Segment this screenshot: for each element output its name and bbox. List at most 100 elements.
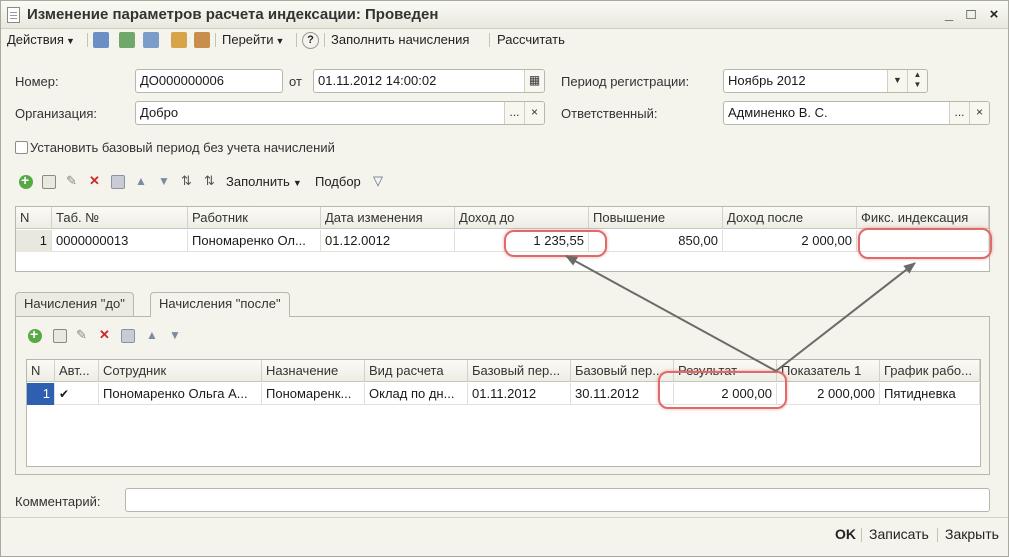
- employee-cell[interactable]: Пономаренко Ол...: [188, 230, 321, 252]
- toolbar-separator: [87, 33, 88, 47]
- close-button[interactable]: Закрыть: [945, 526, 999, 542]
- comment-label: Комментарий:: [15, 494, 101, 509]
- select-button[interactable]: Подбор: [315, 173, 361, 191]
- report-icon[interactable]: [194, 32, 210, 48]
- chevron-down-icon[interactable]: ▼: [887, 70, 907, 92]
- column-header[interactable]: График рабо...: [880, 360, 980, 382]
- column-header[interactable]: Показатель 1: [777, 360, 880, 382]
- accruals-table: N Авт... Сотрудник Назначение Вид расчет…: [26, 359, 981, 467]
- clear-icon[interactable]: ×: [524, 102, 544, 124]
- increase-cell[interactable]: 850,00: [589, 230, 723, 252]
- close-window-button[interactable]: ×: [984, 5, 1004, 25]
- move-up-icon[interactable]: [145, 328, 159, 343]
- document-window: Изменение параметров расчета индексации:…: [0, 0, 1009, 557]
- footer-divider: [1, 517, 1008, 518]
- calendar-icon[interactable]: ▦: [524, 70, 544, 92]
- add-row-icon[interactable]: [28, 326, 42, 343]
- row-number: 1: [16, 230, 52, 252]
- post-document-icon[interactable]: [93, 32, 109, 48]
- filter-icon[interactable]: [372, 173, 386, 189]
- work-schedule-cell[interactable]: Пятидневка: [880, 383, 980, 405]
- tab-accruals-after[interactable]: Начисления "после": [150, 292, 290, 317]
- responsible-field[interactable]: Админенко В. С. ... ×: [723, 101, 990, 125]
- number-field[interactable]: ДО000000006: [135, 69, 283, 93]
- change-date-cell[interactable]: 01.12.0012: [321, 230, 455, 252]
- add-row-icon[interactable]: [19, 172, 33, 189]
- column-header[interactable]: Дата изменения: [321, 207, 455, 229]
- assignment-cell[interactable]: Пономаренк...: [262, 383, 365, 405]
- column-header[interactable]: Работник: [188, 207, 321, 229]
- move-up-icon[interactable]: [134, 174, 148, 189]
- spin-buttons-icon[interactable]: ▲ ▼: [907, 70, 927, 92]
- indicator-cell[interactable]: 2 000,000: [777, 383, 880, 405]
- edit-row-icon[interactable]: [75, 327, 89, 343]
- toolbar-separator: [324, 33, 325, 47]
- end-edit-icon[interactable]: [111, 175, 125, 189]
- goto-label: Перейти: [222, 32, 274, 47]
- highlight-fixed-indexation: [858, 228, 992, 259]
- date-field[interactable]: 01.11.2012 14:00:02 ▦: [313, 69, 545, 93]
- select-ellipsis-button[interactable]: ...: [504, 102, 524, 124]
- end-edit-icon[interactable]: [121, 329, 135, 343]
- fill-label: Заполнить: [226, 174, 290, 189]
- column-header[interactable]: Доход после: [723, 207, 857, 229]
- number-label: Номер:: [15, 74, 59, 89]
- chevron-down-icon: ▼: [275, 36, 285, 46]
- column-header[interactable]: Повышение: [589, 207, 723, 229]
- refresh-icon[interactable]: [119, 32, 135, 48]
- select-ellipsis-button[interactable]: ...: [949, 102, 969, 124]
- column-header[interactable]: N: [16, 207, 52, 229]
- period-field[interactable]: Ноябрь 2012 ▼ ▲ ▼: [723, 69, 928, 93]
- calc-type-cell[interactable]: Оклад по дн...: [365, 383, 468, 405]
- column-header[interactable]: Вид расчета: [365, 360, 468, 382]
- structure-icon[interactable]: [143, 32, 159, 48]
- clear-icon[interactable]: ×: [969, 102, 989, 124]
- tab-number-cell[interactable]: 0000000013: [52, 230, 188, 252]
- calculate-button[interactable]: Рассчитать: [497, 31, 565, 49]
- auto-checkbox[interactable]: ✔: [55, 383, 99, 405]
- income-after-cell[interactable]: 2 000,00: [723, 230, 857, 252]
- move-down-icon[interactable]: [157, 174, 171, 189]
- edit-row-icon[interactable]: [65, 173, 79, 189]
- move-down-icon[interactable]: [168, 328, 182, 343]
- delete-row-icon[interactable]: [98, 327, 112, 343]
- column-header[interactable]: Назначение: [262, 360, 365, 382]
- base-period-checkbox-label: Установить базовый период без учета начи…: [30, 140, 335, 155]
- employee-cell[interactable]: Пономаренко Ольга А...: [99, 383, 262, 405]
- column-header[interactable]: N: [27, 360, 55, 382]
- column-header[interactable]: Базовый пер...: [468, 360, 571, 382]
- window-title: Изменение параметров расчета индексации:…: [27, 6, 439, 23]
- column-header[interactable]: Фикс. индексация: [857, 207, 989, 229]
- minimize-button[interactable]: _: [939, 5, 959, 25]
- date-value: 01.11.2012 14:00:02: [318, 73, 437, 88]
- organization-field[interactable]: Добро ... ×: [135, 101, 545, 125]
- fill-menu[interactable]: Заполнить ▼: [226, 173, 302, 191]
- column-header[interactable]: Авт...: [55, 360, 99, 382]
- table-row[interactable]: 1 ✔ Пономаренко Ольга А... Пономаренк...…: [27, 383, 980, 405]
- tab-accruals-before[interactable]: Начисления "до": [15, 292, 134, 316]
- copy-row-icon[interactable]: [42, 175, 56, 189]
- help-icon[interactable]: ?: [302, 32, 319, 49]
- actions-menu[interactable]: Действия ▼: [7, 31, 75, 49]
- column-header[interactable]: Сотрудник: [99, 360, 262, 382]
- table-row[interactable]: 1 0000000013 Пономаренко Ол... 01.12.001…: [16, 230, 989, 252]
- sort-ascending-icon[interactable]: [180, 173, 194, 189]
- print-icon[interactable]: [171, 32, 187, 48]
- highlight-income-before: [504, 230, 607, 257]
- delete-row-icon[interactable]: [88, 173, 102, 189]
- responsible-value: Админенко В. С.: [728, 105, 828, 120]
- fill-accruals-button[interactable]: Заполнить начисления: [331, 31, 469, 49]
- ok-button[interactable]: OK: [835, 526, 856, 542]
- maximize-button[interactable]: □: [961, 5, 981, 25]
- base-period-start-cell[interactable]: 01.11.2012: [468, 383, 571, 405]
- save-button[interactable]: Записать: [869, 526, 929, 542]
- sort-descending-icon[interactable]: [203, 173, 217, 189]
- document-icon: [7, 7, 20, 23]
- comment-field[interactable]: [125, 488, 990, 512]
- column-header[interactable]: Таб. №: [52, 207, 188, 229]
- column-header[interactable]: Доход до: [455, 207, 589, 229]
- base-period-checkbox[interactable]: [15, 141, 28, 154]
- goto-menu[interactable]: Перейти ▼: [222, 31, 284, 49]
- organization-label: Организация:: [15, 106, 98, 121]
- copy-row-icon[interactable]: [53, 329, 67, 343]
